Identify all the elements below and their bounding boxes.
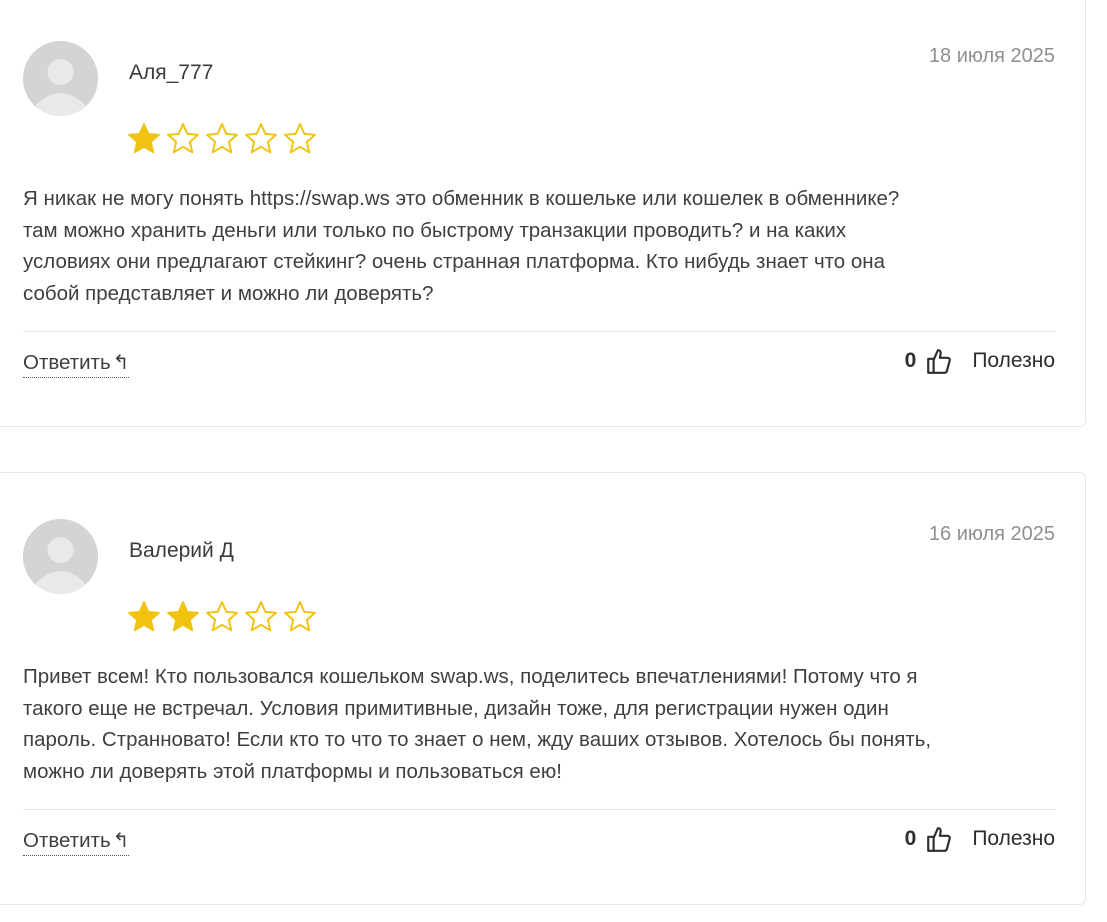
review-text-line: такого еще не встречал. Условия примитив…	[23, 696, 889, 720]
star-icon	[128, 601, 160, 632]
review-author[interactable]: Аля_777	[129, 61, 213, 85]
like-count: 0	[904, 827, 917, 850]
star-icon	[284, 601, 316, 632]
useful-button[interactable]: Полезно	[972, 349, 1055, 373]
review-text-line: Я никак не могу понять https://swap.ws э…	[23, 187, 900, 210]
review-author[interactable]: Валерий Д	[129, 539, 234, 563]
divider	[23, 809, 1056, 810]
review-text-line: собой представляет и можно ли доверять?	[23, 281, 434, 305]
useful-block: 0 Полезно	[905, 347, 1055, 375]
thumbs-up-icon[interactable]	[926, 347, 952, 375]
reply-label: Ответить	[23, 351, 111, 374]
review-date: 16 июля 2025	[928, 523, 1055, 545]
star-icon	[128, 123, 160, 154]
star-icon	[245, 123, 277, 154]
review-text-line: там можно хранить деньги или только по б…	[23, 218, 847, 242]
star-icon	[206, 601, 238, 632]
useful-button[interactable]: Полезно	[972, 827, 1055, 851]
review-text-line: Привет всем! Кто пользовался кошельком s…	[23, 665, 918, 688]
review-date: 18 июля 2025	[928, 45, 1055, 67]
star-icon	[167, 601, 199, 632]
review-text: Я никак не могу понять https://swap.ws э…	[23, 183, 1063, 309]
review-text-line: условиях они предлагают стейкинг? очень …	[23, 250, 886, 273]
divider	[23, 331, 1056, 332]
review-text-line: можно ли доверять этой платформы и польз…	[23, 759, 562, 783]
star-rating	[126, 599, 318, 635]
review-card: Валерий Д 16 июля 2025 Привет всем! Кто …	[0, 472, 1086, 905]
user-placeholder-icon	[23, 519, 98, 594]
reply-label: Ответить	[23, 829, 111, 852]
star-icon	[206, 123, 238, 154]
thumbs-up-icon[interactable]	[926, 825, 952, 853]
reply-arrow-icon: ↰	[112, 830, 130, 852]
reply-arrow-icon: ↰	[112, 352, 130, 374]
review-text: Привет всем! Кто пользовался кошельком s…	[23, 661, 1063, 787]
review-text-line: пароль. Странновато! Если кто то что то …	[23, 728, 932, 751]
star-icon	[245, 601, 277, 632]
star-icon	[284, 123, 316, 154]
star-rating	[126, 121, 318, 157]
avatar	[23, 519, 98, 594]
user-placeholder-icon	[23, 41, 98, 116]
reply-button[interactable]: Ответить ↰	[23, 829, 130, 856]
useful-block: 0 Полезно	[905, 825, 1055, 853]
star-icon	[167, 123, 199, 154]
like-count: 0	[904, 349, 917, 372]
review-card: Аля_777 18 июля 2025 Я никак не могу пон…	[0, 0, 1086, 427]
reply-button[interactable]: Ответить ↰	[23, 351, 130, 378]
avatar	[23, 41, 98, 116]
